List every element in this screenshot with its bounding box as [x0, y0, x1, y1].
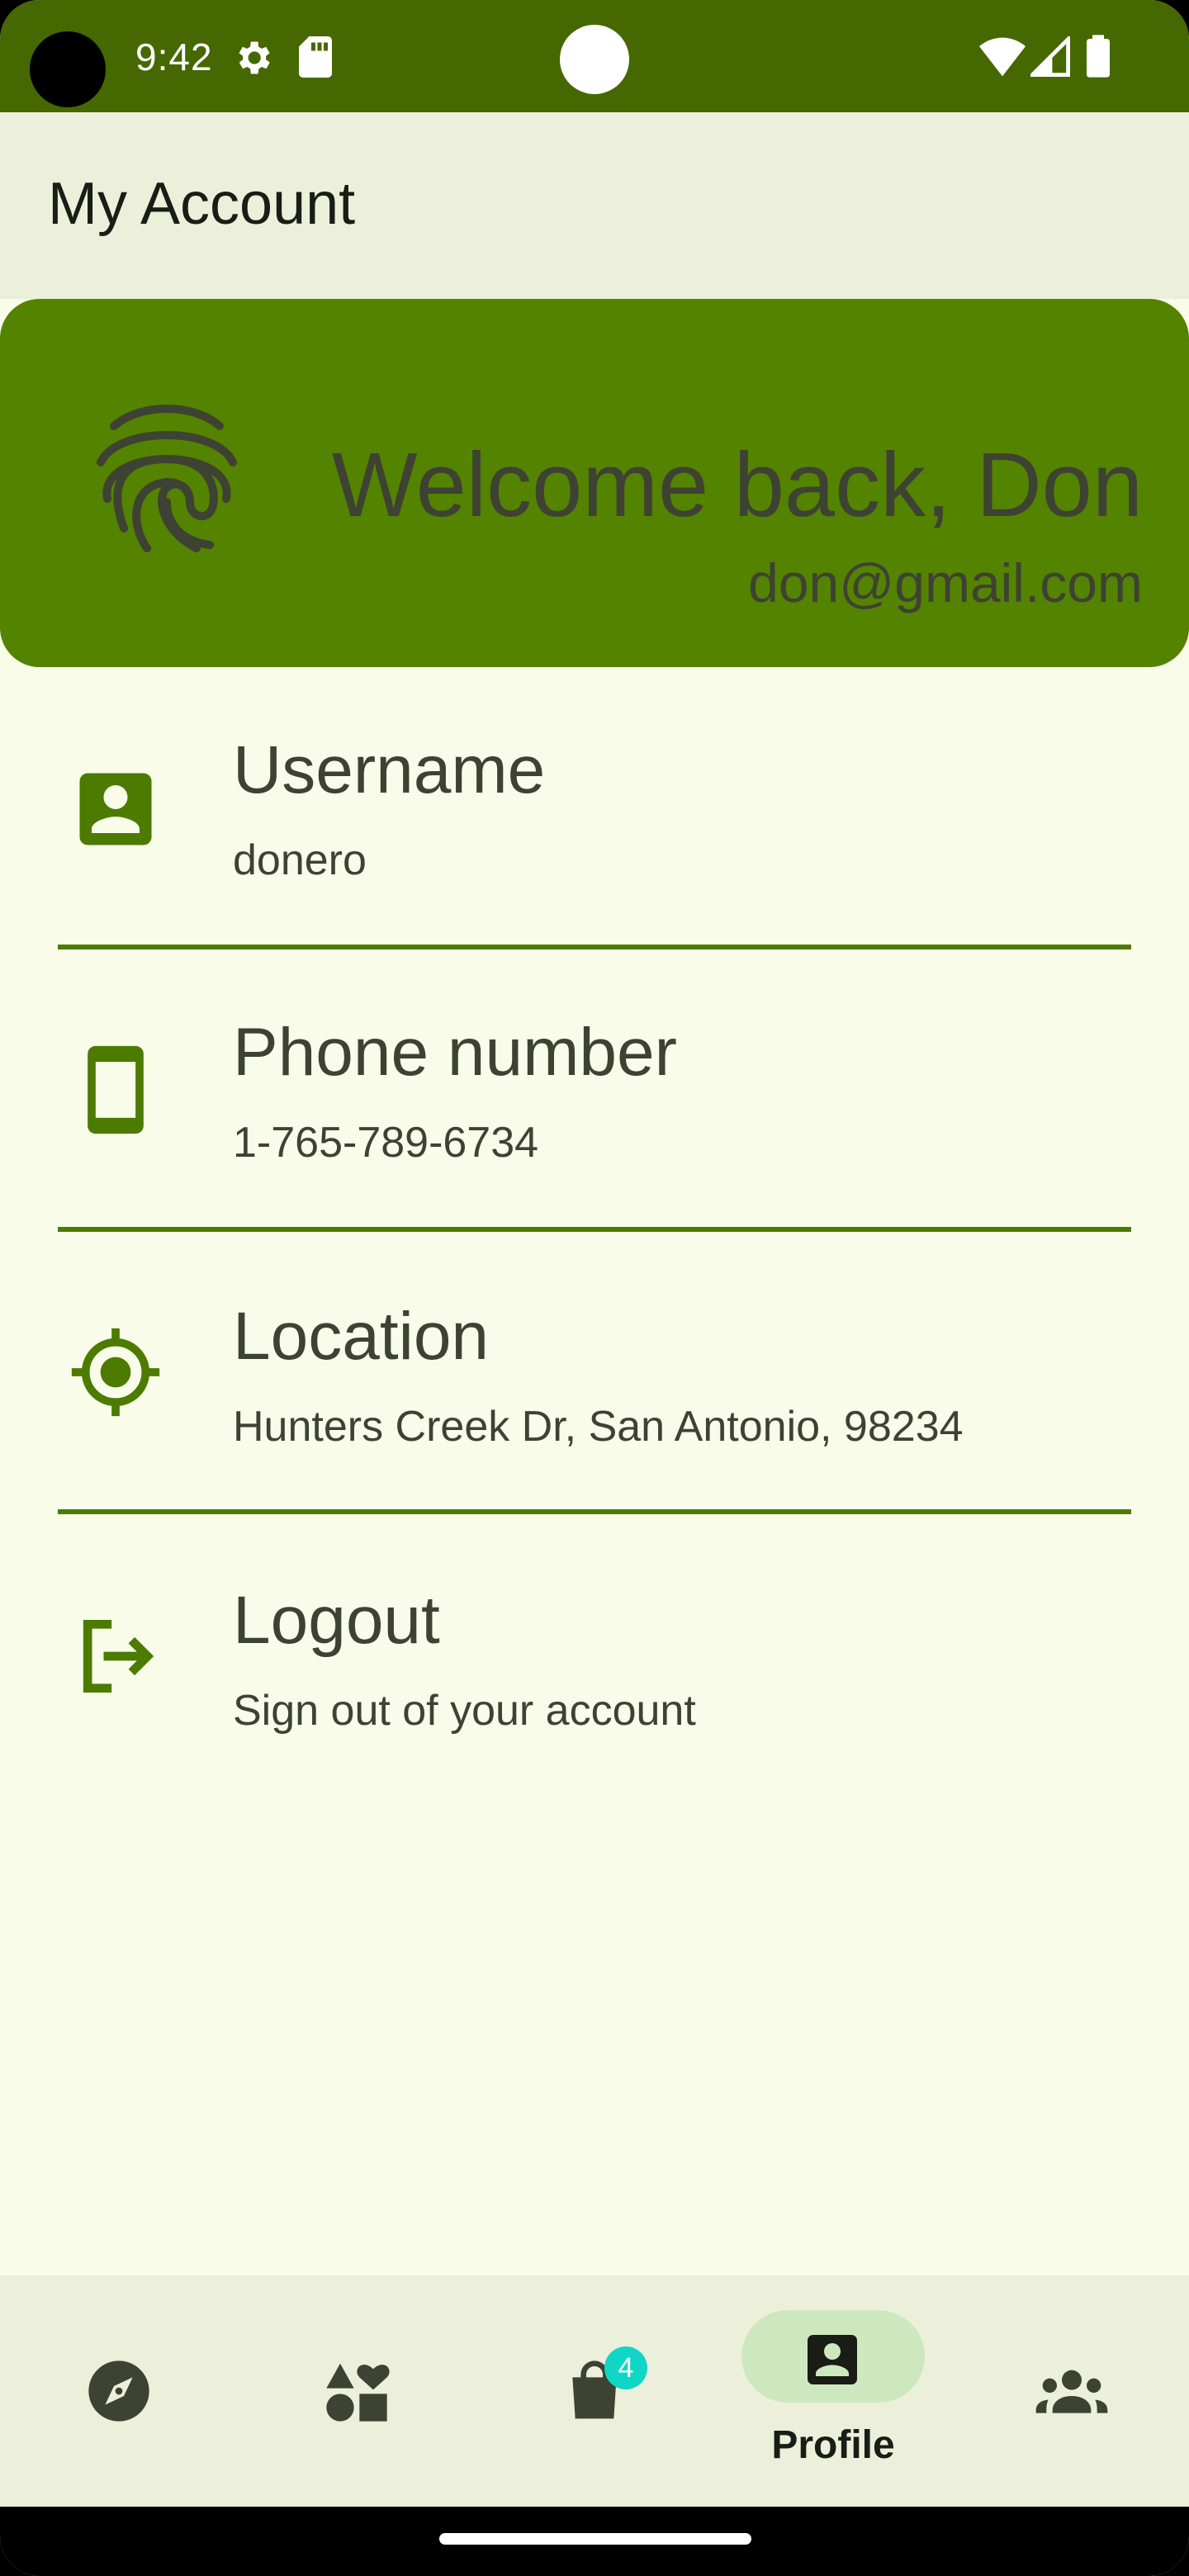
screen: 9:42 My Account Welcome back, Don don@gm…	[0, 0, 1189, 2576]
phone-icon	[88, 1045, 144, 1134]
user-email: don@gmail.com	[748, 552, 1143, 613]
list-item-username[interactable]	[0, 667, 1189, 940]
explore-icon	[88, 2361, 149, 2422]
list-item-location[interactable]	[0, 1232, 1189, 1504]
phone-value: 1-765-789-6734	[233, 1119, 539, 1167]
list-item-logout[interactable]	[0, 1514, 1189, 1787]
home-gesture-handle[interactable]	[439, 2533, 751, 2545]
gear-icon	[239, 41, 270, 74]
logout-icon	[83, 1620, 154, 1693]
category-icon	[326, 2363, 390, 2422]
location-value: Hunters Creek Dr, San Antonio, 98234	[233, 1403, 964, 1451]
location-label: Location	[233, 1299, 490, 1374]
sd-card-icon	[299, 36, 332, 78]
fingerprint-icon	[97, 405, 237, 552]
welcome-message: Welcome back, Don	[331, 434, 1143, 536]
status-center-indicator	[560, 25, 629, 94]
logout-label: Logout	[233, 1583, 440, 1658]
status-time: 9:42	[135, 36, 213, 78]
location-target-icon	[71, 1328, 160, 1417]
account-box-icon	[79, 773, 152, 845]
phone-label: Phone number	[233, 1015, 677, 1090]
group-icon	[1035, 2370, 1108, 2413]
profile-icon	[808, 2335, 857, 2384]
username-value: donero	[233, 836, 367, 884]
battery-icon	[1087, 35, 1110, 78]
signal-icon	[1030, 36, 1070, 77]
username-label: Username	[233, 732, 546, 807]
nav-profile-label: Profile	[771, 2423, 895, 2467]
cart-count-badge: 4	[604, 2346, 647, 2389]
front-camera	[30, 31, 106, 107]
wifi-icon	[979, 37, 1026, 77]
page-title: My Account	[48, 171, 356, 237]
logout-description: Sign out of your account	[233, 1687, 696, 1735]
